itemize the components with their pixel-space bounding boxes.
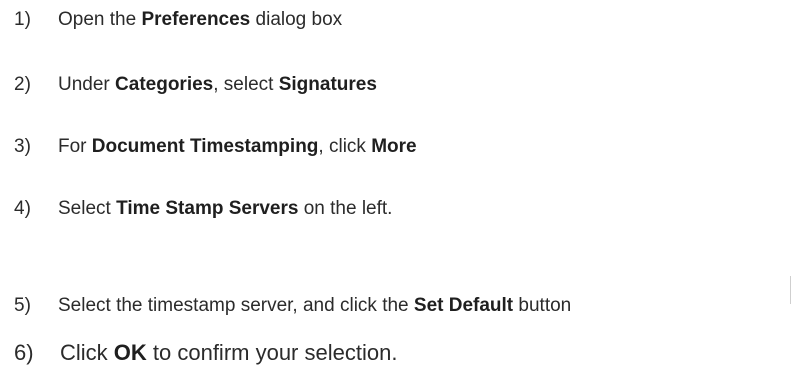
step-text: Select the timestamp server, and click t…	[58, 295, 414, 316]
step-3: 3) For Document Timestamping, click More	[14, 135, 417, 159]
ui-term-ok: OK	[113, 340, 147, 365]
step-text: Open the	[58, 9, 142, 30]
step-number: 4)	[14, 198, 31, 219]
image-edge-divider	[790, 276, 791, 304]
ui-term-signatures: Signatures	[278, 74, 377, 95]
step-number: 5)	[14, 295, 31, 316]
ui-term-categories: Categories	[115, 74, 214, 95]
step-text: , select	[213, 74, 279, 95]
step-2: 2) Under Categories, select Signatures	[14, 73, 377, 97]
ui-term-more: More	[371, 136, 417, 157]
step-text: on the left.	[298, 198, 393, 219]
ui-term-document-timestamping: Document Timestamping	[91, 136, 319, 157]
step-text: dialog box	[250, 9, 343, 30]
step-text: to confirm your selection.	[146, 340, 398, 365]
ui-term-preferences: Preferences	[141, 9, 251, 30]
step-number: 3)	[14, 136, 31, 157]
step-4: 4) Select Time Stamp Servers on the left.	[14, 197, 392, 221]
step-text: , click	[318, 136, 372, 157]
step-text: Select	[58, 198, 117, 219]
step-text: button	[513, 295, 572, 316]
step-text: Click	[60, 340, 114, 365]
step-number: 2)	[14, 74, 31, 95]
ui-term-set-default: Set Default	[413, 295, 514, 316]
ui-term-time-stamp-servers: Time Stamp Servers	[116, 198, 299, 219]
step-number: 1)	[14, 9, 31, 30]
step-6: 6) Click OK to confirm your selection.	[14, 339, 397, 367]
step-5: 5) Select the timestamp server, and click…	[14, 294, 571, 318]
step-1: 1) Open the Preferences dialog box	[14, 8, 342, 32]
step-number: 6)	[14, 340, 34, 365]
step-text: For	[58, 136, 92, 157]
instruction-list: 1) Open the Preferences dialog box 2) Unde…	[0, 0, 793, 373]
step-text: Under	[58, 74, 116, 95]
